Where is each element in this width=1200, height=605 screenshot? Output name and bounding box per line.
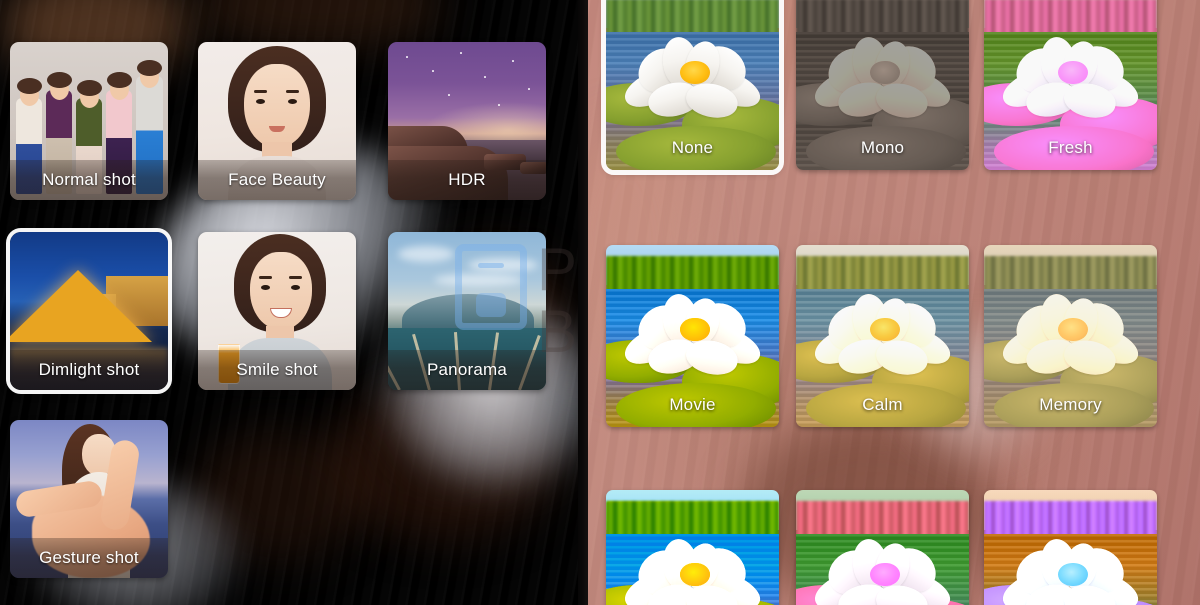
filter-tile-none[interactable]: None [601,0,784,175]
filter-thumbnail-row3-col2 [796,490,969,605]
filter-tile-mono[interactable]: Mono [796,0,969,170]
mode-tile-gesture-shot[interactable]: Gesture shot [10,420,168,578]
mode-tile-dimlight-shot[interactable]: Dimlight shot [6,228,172,394]
mode-label: HDR [448,170,486,189]
app-screen: Normal shot Face Beauty HDR Dimlight sho… [0,0,1200,605]
mode-label-bar: Dimlight shot [10,350,168,390]
filter-label: Mono [860,138,905,157]
mode-label: Smile shot [236,360,318,379]
filter-tile-row3-col3[interactable] [984,490,1157,605]
filter-label: Movie [669,395,716,414]
filter-tile-movie[interactable]: Movie [606,245,779,427]
mode-label-bar: Normal shot [10,160,168,200]
color-filter-grid: None Mono Fresh Movie Calm Memory [588,0,1200,605]
filter-label: None [671,138,714,157]
mode-label: Dimlight shot [38,360,140,379]
filter-thumbnail-row3-col3 [984,490,1157,605]
mode-label: Gesture shot [39,548,139,567]
filter-tile-memory[interactable]: Memory [984,245,1157,427]
shooting-modes-panel: Normal shot Face Beauty HDR Dimlight sho… [0,0,578,605]
mode-label: Panorama [426,360,508,379]
filter-tile-calm[interactable]: Calm [796,245,969,427]
background-blur-blob [330,380,560,540]
mode-label-bar: Face Beauty [198,160,356,200]
background-blur-blob [190,430,370,560]
mode-tile-normal-shot[interactable]: Normal shot [10,42,168,200]
mode-label-bar: HDR [388,160,546,200]
mode-tile-face-beauty[interactable]: Face Beauty [198,42,356,200]
filter-tile-row3-col1[interactable] [606,490,779,605]
panel-divider [578,0,588,605]
filter-label: Memory [1039,395,1102,414]
filter-thumbnail-row3-col1 [606,490,779,605]
mode-label-bar: Smile shot [198,350,356,390]
filter-label: Calm [862,395,903,414]
mode-label: Face Beauty [228,170,326,189]
mode-label-bar: Panorama [388,350,546,390]
mode-tile-panorama[interactable]: Panorama [388,232,546,390]
filter-label: Fresh [1048,138,1093,157]
mode-label-bar: Gesture shot [10,538,168,578]
mode-tile-smile-shot[interactable]: Smile shot [198,232,356,390]
color-filters-panel: None Mono Fresh Movie Calm Memory [588,0,1200,605]
filter-tile-row3-col2[interactable] [796,490,969,605]
mode-tile-hdr[interactable]: HDR [388,42,546,200]
mode-label: Normal shot [42,170,136,189]
filter-tile-fresh[interactable]: Fresh [984,0,1157,170]
